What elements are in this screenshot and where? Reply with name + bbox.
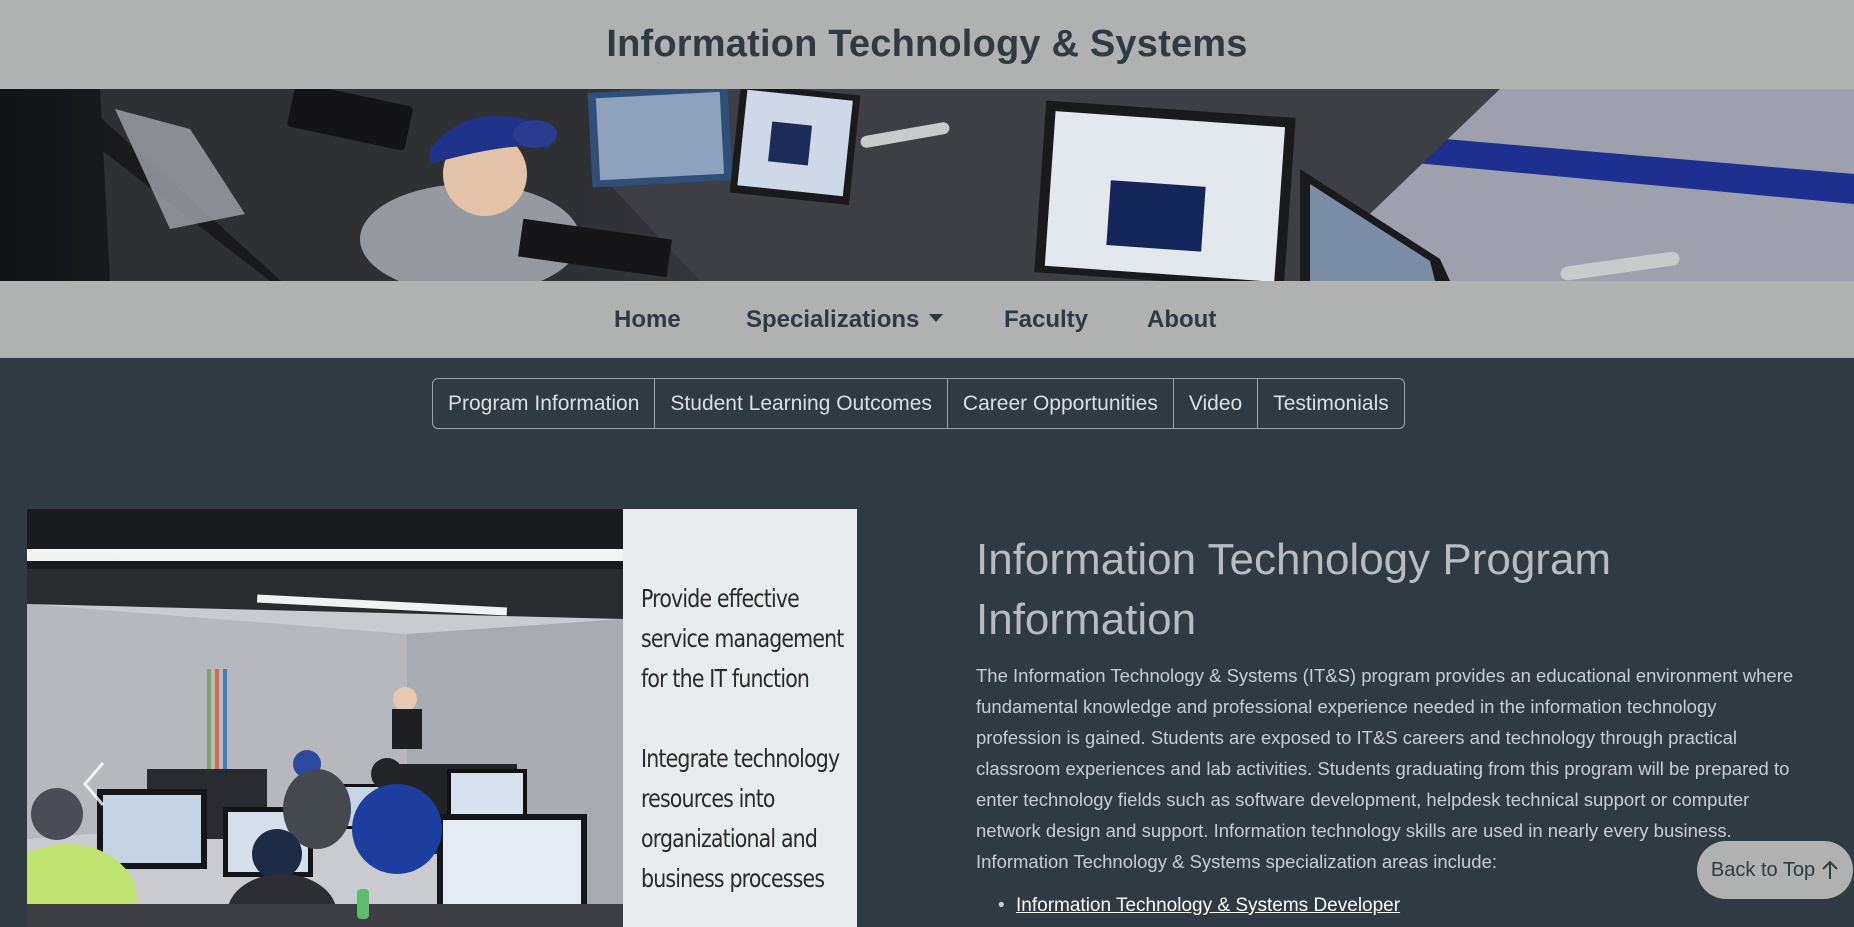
section-heading-line2: Information — [976, 595, 1197, 644]
caption-line: Integrate technology — [641, 744, 840, 773]
image-carousel: Provide effective service management for… — [27, 509, 857, 927]
section-heading-line1: Information Technology Program — [976, 535, 1612, 584]
program-information-section: Information Technology Program Informati… — [976, 530, 1806, 917]
chevron-left-icon[interactable] — [79, 759, 109, 809]
caption-line: business processes — [641, 864, 825, 893]
tab-testimonials[interactable]: Testimonials — [1258, 379, 1404, 428]
caption-line: organizational and — [641, 824, 818, 853]
caption-line: service management — [641, 624, 844, 653]
caption-line: for the IT function — [641, 664, 810, 693]
tab-video[interactable]: Video — [1174, 379, 1259, 428]
program-description: The Information Technology & Systems (IT… — [976, 665, 1794, 872]
tab-student-learning-outcomes[interactable]: Student Learning Outcomes — [655, 379, 948, 428]
site-title: Information Technology & Systems — [606, 23, 1248, 65]
tab-program-information[interactable]: Program Information — [433, 379, 656, 428]
nav-specializations-dropdown[interactable]: Specializations — [746, 281, 944, 358]
nav-home-link[interactable]: Home — [614, 281, 681, 358]
classroom-photo — [27, 509, 623, 927]
nav-faculty-link[interactable]: Faculty — [1004, 281, 1088, 358]
nav-specializations-label: Specializations — [746, 306, 920, 333]
specialization-list: Information Technology & Systems Develop… — [976, 895, 1806, 917]
caption-line: Provide effective — [641, 584, 800, 613]
computer-lab-photo — [0, 89, 1854, 281]
section-heading: Information Technology Program Informati… — [976, 530, 1806, 650]
site-header: Information Technology & Systems — [0, 0, 1854, 89]
back-to-top-label: Back to Top — [1710, 858, 1816, 881]
section-tab-group: Program Information Student Learning Out… — [432, 378, 1405, 429]
caption-line: resources into — [641, 784, 775, 813]
nav-about-link[interactable]: About — [1147, 281, 1216, 358]
main-nav: Home Specializations Faculty About — [0, 281, 1854, 358]
specialization-link[interactable]: Information Technology & Systems Develop… — [1016, 895, 1400, 916]
tab-career-opportunities[interactable]: Career Opportunities — [948, 379, 1174, 428]
banner-image — [0, 89, 1854, 281]
back-to-top-button[interactable]: Back to Top — [1697, 841, 1853, 899]
arrow-up-icon — [1822, 860, 1838, 879]
caret-down-icon — [929, 313, 944, 322]
list-item: Information Technology & Systems Develop… — [998, 895, 1806, 917]
